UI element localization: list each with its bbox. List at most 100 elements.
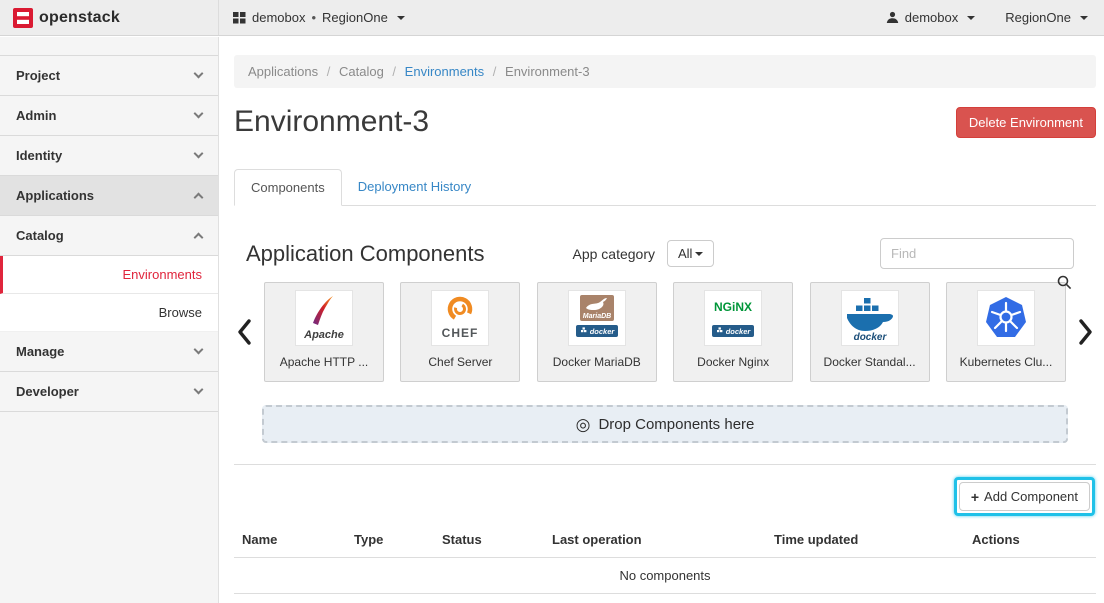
brand-text: openstack — [39, 9, 120, 27]
docker-mariadb-logo: MariaDB docker — [568, 290, 626, 346]
docker-logo: docker — [841, 290, 899, 346]
sidebar-item-environments[interactable]: Environments — [0, 256, 218, 294]
chevron-left-icon — [237, 319, 252, 345]
breadcrumb-catalog: Catalog — [339, 64, 384, 79]
openstack-logo-icon — [13, 8, 33, 28]
table-header-row: Name Type Status Last operation Time upd… — [234, 522, 1096, 558]
search-group — [880, 238, 1074, 269]
chef-logo: CHEF — [431, 290, 489, 346]
chevron-down-icon — [194, 385, 204, 395]
card-label: Apache HTTP ... — [280, 355, 368, 369]
app-category-dropdown[interactable]: All — [667, 240, 714, 267]
sidebar-item-label: Environments — [123, 267, 202, 282]
svg-text:docker: docker — [853, 332, 887, 342]
sidebar-item-label: Browse — [159, 305, 202, 320]
component-card-docker-nginx[interactable]: NGiNX docker Docker Nginx — [673, 282, 793, 382]
breadcrumb-current: Environment-3 — [505, 64, 590, 79]
carousel-prev-button[interactable] — [234, 319, 255, 345]
component-card-chef-server[interactable]: CHEF Chef Server — [400, 282, 520, 382]
sidebar-item-browse[interactable]: Browse — [0, 294, 218, 332]
sidebar-item-developer[interactable]: Developer — [0, 372, 218, 412]
sidebar-top-strip — [0, 37, 218, 56]
chevron-right-icon — [1078, 319, 1093, 345]
switcher-region: RegionOne — [322, 10, 388, 25]
app-category-label: App category — [572, 246, 655, 262]
svg-text:CHEF: CHEF — [442, 326, 479, 340]
chevron-up-icon — [194, 193, 204, 203]
tab-deployment-history[interactable]: Deployment History — [342, 169, 487, 206]
component-card-apache-http[interactable]: Apache Apache HTTP ... — [264, 282, 384, 382]
project-region-switcher[interactable]: demobox • RegionOne — [219, 10, 405, 25]
breadcrumb-environments-link[interactable]: Environments — [405, 64, 484, 79]
page-title: Environment-3 — [234, 105, 429, 139]
sidebar: Project Admin Identity Applications Cata… — [0, 37, 219, 603]
chevron-down-icon — [194, 345, 204, 355]
caret-down-icon — [967, 16, 975, 20]
switcher-project: demobox — [252, 10, 305, 25]
openstack-brand[interactable]: openstack — [0, 0, 219, 35]
sidebar-item-applications[interactable]: Applications — [0, 176, 218, 216]
sidebar-item-label: Project — [16, 68, 60, 83]
card-label: Docker MariaDB — [553, 355, 641, 369]
app-category-value: All — [678, 246, 692, 261]
docker-nginx-logo: NGiNX docker — [704, 290, 762, 346]
components-carousel: Apache Apache HTTP ... CHEF Chef Server — [234, 282, 1096, 382]
apache-logo: Apache — [295, 290, 353, 346]
top-navbar: openstack demobox • RegionOne demobox Re… — [0, 0, 1104, 36]
person-icon — [886, 11, 899, 24]
title-row: Environment-3 Delete Environment — [234, 105, 1096, 139]
chevron-down-icon — [194, 69, 204, 79]
delete-environment-button[interactable]: Delete Environment — [956, 107, 1096, 138]
chevron-up-icon — [194, 233, 204, 243]
sidebar-item-admin[interactable]: Admin — [0, 96, 218, 136]
sidebar-item-manage[interactable]: Manage — [0, 332, 218, 372]
sidebar-item-project[interactable]: Project — [0, 56, 218, 96]
breadcrumb: Applications / Catalog / Environments / … — [234, 55, 1096, 88]
breadcrumb-separator: / — [327, 64, 331, 79]
table-header-status: Status — [434, 522, 544, 558]
focus-highlight: + Add Component — [954, 477, 1095, 516]
components-table: Name Type Status Last operation Time upd… — [234, 522, 1096, 594]
table-header-last-operation: Last operation — [544, 522, 766, 558]
tab-components[interactable]: Components — [234, 169, 342, 206]
drop-components-zone[interactable]: ◎ Drop Components here — [262, 405, 1068, 443]
add-component-button[interactable]: + Add Component — [959, 482, 1090, 511]
add-component-label: Add Component — [984, 489, 1078, 504]
table-header-time-updated: Time updated — [766, 522, 964, 558]
sidebar-item-label: Developer — [16, 384, 79, 399]
sidebar-item-label: Identity — [16, 148, 62, 163]
kubernetes-logo — [977, 290, 1035, 346]
region-menu[interactable]: RegionOne — [1005, 10, 1088, 25]
card-label: Docker Nginx — [697, 355, 769, 369]
component-card-docker-standalone[interactable]: docker Docker Standal... — [810, 282, 930, 382]
component-card-kubernetes-cluster[interactable]: Kubernetes Clu... — [946, 282, 1066, 382]
card-label: Chef Server — [428, 355, 492, 369]
sidebar-item-identity[interactable]: Identity — [0, 136, 218, 176]
breadcrumb-separator: / — [493, 64, 497, 79]
breadcrumb-applications: Applications — [248, 64, 318, 79]
region-menu-label: RegionOne — [1005, 10, 1071, 25]
plus-icon: + — [971, 490, 979, 504]
sidebar-item-label: Manage — [16, 344, 64, 359]
caret-down-icon — [397, 16, 405, 20]
add-component-row: + Add Component — [235, 477, 1095, 516]
breadcrumb-separator: / — [392, 64, 396, 79]
search-icon[interactable] — [1057, 275, 1072, 290]
svg-text:Apache: Apache — [303, 329, 344, 341]
component-card-docker-mariadb[interactable]: MariaDB docker Docker MariaDB — [537, 282, 657, 382]
carousel-next-button[interactable] — [1075, 319, 1096, 345]
user-menu[interactable]: demobox — [886, 10, 975, 25]
switcher-separator: • — [311, 10, 316, 25]
empty-message: No components — [234, 558, 1096, 594]
components-heading: Application Components — [246, 241, 484, 267]
empty-row: No components — [234, 558, 1096, 594]
table-header-name: Name — [234, 522, 346, 558]
sidebar-item-label: Applications — [16, 188, 94, 203]
svg-text:NGiNX: NGiNX — [714, 300, 752, 314]
sidebar-item-catalog[interactable]: Catalog — [0, 216, 218, 256]
card-list: Apache Apache HTTP ... CHEF Chef Server — [264, 282, 1066, 382]
find-input[interactable] — [880, 238, 1074, 269]
card-label: Docker Standal... — [824, 355, 916, 369]
table-header-type: Type — [346, 522, 434, 558]
card-label: Kubernetes Clu... — [960, 355, 1053, 369]
